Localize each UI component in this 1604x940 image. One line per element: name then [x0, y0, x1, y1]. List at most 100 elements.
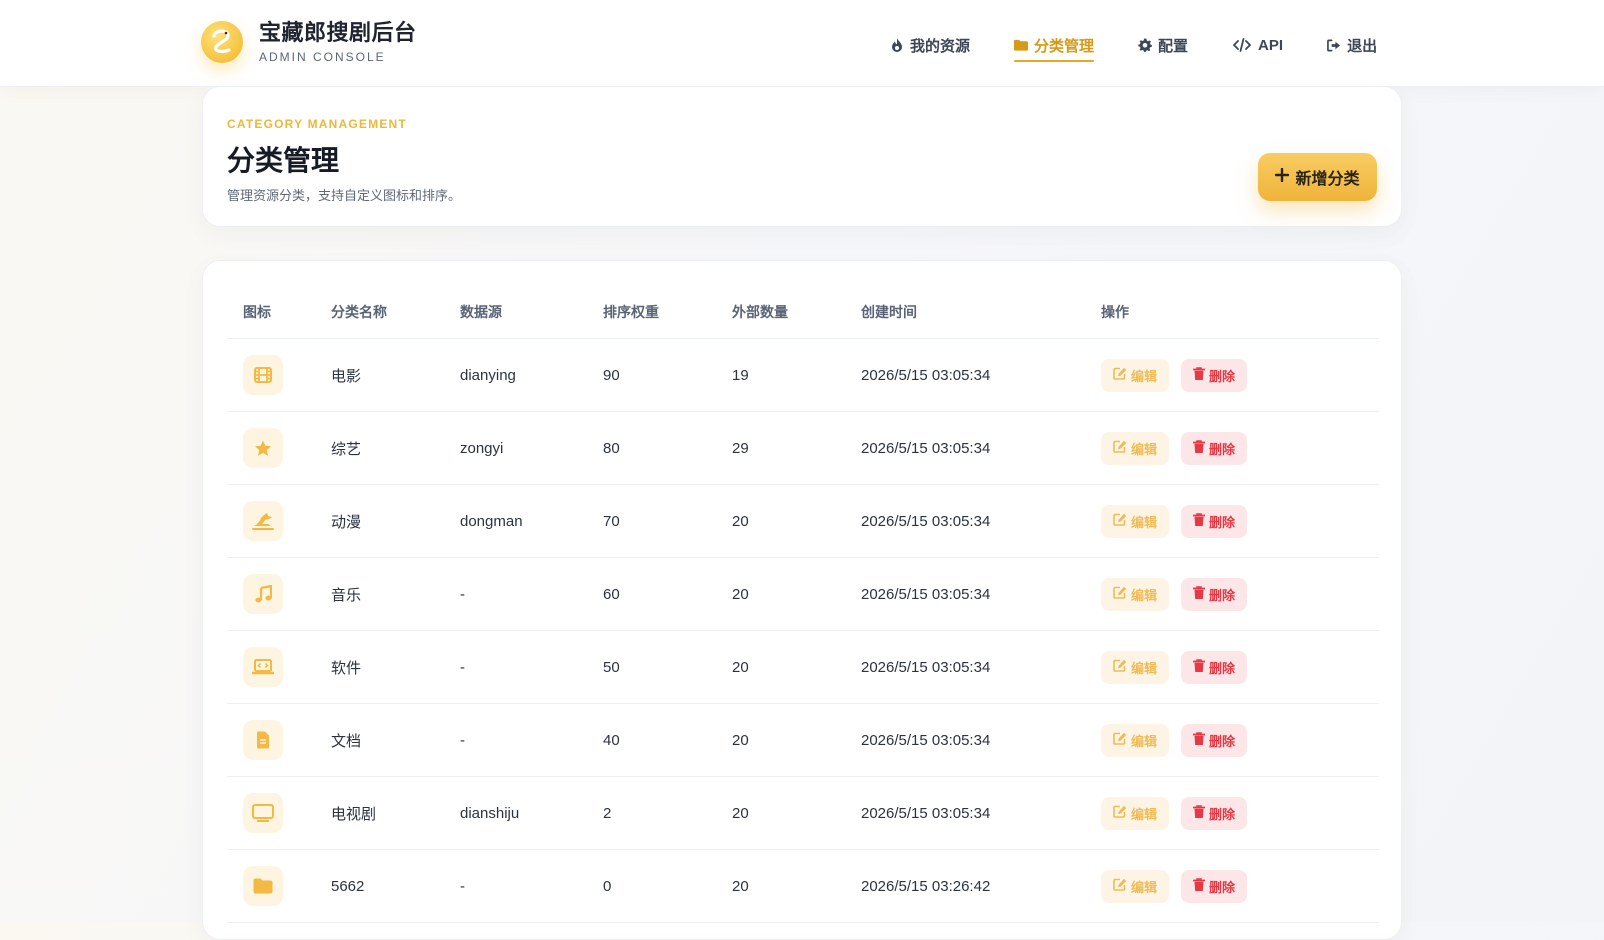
page-header-card: CATEGORY MANAGEMENT 分类管理 管理资源分类，支持自定义图标和…: [202, 86, 1402, 227]
edit-button[interactable]: 编辑: [1101, 796, 1170, 830]
category-weight: 80: [603, 439, 620, 457]
top-navbar: 宝藏郎搜剧后台 ADMIN CONSOLE 我的资源 分类管理 配置 API 退…: [0, 0, 1604, 86]
category-count: 19: [732, 366, 749, 384]
code-icon: [1232, 38, 1252, 52]
edit-button[interactable]: 编辑: [1101, 577, 1170, 611]
column-header-count: 外部数量: [732, 303, 788, 320]
category-count: 20: [732, 877, 749, 895]
category-name: 文档: [331, 732, 362, 750]
trash-icon: [1192, 731, 1206, 749]
delete-button[interactable]: 删除: [1181, 796, 1248, 830]
category-source: dianying: [460, 366, 516, 384]
row-actions: 编辑 删除: [1101, 723, 1379, 757]
edit-label: 编辑: [1131, 587, 1158, 603]
column-header-source: 数据源: [460, 303, 502, 320]
trash-icon: [1192, 366, 1206, 384]
category-created: 2026/5/15 03:26:42: [861, 877, 991, 895]
edit-label: 编辑: [1131, 514, 1158, 530]
column-header-actions: 操作: [1101, 303, 1129, 320]
column-header-created: 创建时间: [861, 303, 917, 320]
delete-button[interactable]: 删除: [1181, 723, 1248, 757]
logout-icon: [1327, 38, 1341, 52]
row-actions: 编辑 删除: [1101, 358, 1379, 392]
category-icon-cell: [227, 866, 331, 906]
category-source: dongman: [460, 512, 523, 530]
nav-settings[interactable]: 配置: [1138, 32, 1188, 58]
table-row: 电视剧 dianshiju 2 20 2026/5/15 03:05:34 编辑…: [227, 777, 1379, 850]
brand[interactable]: 宝藏郎搜剧后台 ADMIN CONSOLE: [201, 20, 417, 64]
edit-button[interactable]: 编辑: [1101, 869, 1170, 903]
category-created: 2026/5/15 03:05:34: [861, 512, 991, 530]
edit-icon: [1113, 805, 1127, 821]
category-name: 综艺: [331, 440, 362, 458]
laptop-code-icon: [243, 647, 283, 687]
column-header-name: 分类名称: [331, 303, 387, 320]
table-header: 图标 分类名称 数据源 排序权重 外部数量 创建时间 操作: [227, 285, 1379, 339]
brand-title: 宝藏郎搜剧后台: [259, 20, 417, 45]
table-body: 电影 dianying 90 19 2026/5/15 03:05:34 编辑 …: [227, 339, 1379, 923]
delete-label: 删除: [1209, 733, 1236, 749]
category-name: 软件: [331, 659, 362, 677]
nav-my-resources[interactable]: 我的资源: [890, 32, 970, 58]
nav-api[interactable]: API: [1232, 32, 1283, 58]
table-row: 文档 - 40 20 2026/5/15 03:05:34 编辑 删除: [227, 704, 1379, 777]
document-icon: [243, 720, 283, 760]
category-count: 20: [732, 804, 749, 822]
category-count: 20: [732, 585, 749, 603]
category-name: 音乐: [331, 586, 362, 604]
category-created: 2026/5/15 03:05:34: [861, 585, 991, 603]
delete-label: 删除: [1209, 879, 1236, 895]
edit-label: 编辑: [1131, 441, 1158, 457]
edit-icon: [1113, 659, 1127, 675]
edit-icon: [1113, 586, 1127, 602]
delete-label: 删除: [1209, 806, 1236, 822]
delete-button[interactable]: 删除: [1181, 504, 1248, 538]
row-actions: 编辑 删除: [1101, 650, 1379, 684]
category-source: zongyi: [460, 439, 504, 457]
category-name: 5662: [331, 877, 365, 895]
folder-icon: [1014, 38, 1029, 52]
delete-button[interactable]: 删除: [1181, 358, 1248, 392]
edit-label: 编辑: [1131, 879, 1158, 895]
add-category-button[interactable]: 新增分类: [1258, 153, 1377, 201]
table-row: 音乐 - 60 20 2026/5/15 03:05:34 编辑 删除: [227, 558, 1379, 631]
category-icon-cell: [227, 428, 331, 468]
dragon-icon: [243, 501, 283, 541]
delete-button[interactable]: 删除: [1181, 431, 1248, 465]
delete-label: 删除: [1209, 587, 1236, 603]
category-icon-cell: [227, 720, 331, 760]
plus-icon: [1275, 167, 1290, 187]
category-name: 电影: [331, 367, 362, 385]
edit-button[interactable]: 编辑: [1101, 431, 1170, 465]
edit-button[interactable]: 编辑: [1101, 504, 1170, 538]
category-created: 2026/5/15 03:05:34: [861, 366, 991, 384]
table-row: 电影 dianying 90 19 2026/5/15 03:05:34 编辑 …: [227, 339, 1379, 412]
edit-button[interactable]: 编辑: [1101, 358, 1170, 392]
edit-icon: [1113, 878, 1127, 894]
nav-label: API: [1258, 36, 1284, 54]
table-row: 综艺 zongyi 80 29 2026/5/15 03:05:34 编辑 删除: [227, 412, 1379, 485]
delete-button[interactable]: 删除: [1181, 577, 1248, 611]
trash-icon: [1192, 658, 1206, 676]
nav-logout[interactable]: 退出: [1327, 32, 1377, 58]
star-icon: [243, 428, 283, 468]
category-name: 电视剧: [331, 805, 377, 823]
category-created: 2026/5/15 03:05:34: [861, 731, 991, 749]
table-row: 5662 - 0 20 2026/5/15 03:26:42 编辑 删除: [227, 850, 1379, 923]
fire-icon: [890, 38, 904, 52]
nav-category-management[interactable]: 分类管理: [1014, 32, 1095, 62]
edit-label: 编辑: [1131, 660, 1158, 676]
category-source: -: [460, 658, 465, 676]
trash-icon: [1192, 877, 1206, 895]
delete-button[interactable]: 删除: [1181, 650, 1248, 684]
trash-icon: [1192, 512, 1206, 530]
category-count: 20: [732, 512, 749, 530]
category-source: -: [460, 585, 465, 603]
delete-button[interactable]: 删除: [1181, 869, 1248, 903]
nav-label: 我的资源: [910, 37, 971, 55]
category-created: 2026/5/15 03:05:34: [861, 804, 991, 822]
edit-button[interactable]: 编辑: [1101, 650, 1170, 684]
edit-button[interactable]: 编辑: [1101, 723, 1170, 757]
category-source: dianshiju: [460, 804, 520, 822]
music-icon: [243, 574, 283, 614]
